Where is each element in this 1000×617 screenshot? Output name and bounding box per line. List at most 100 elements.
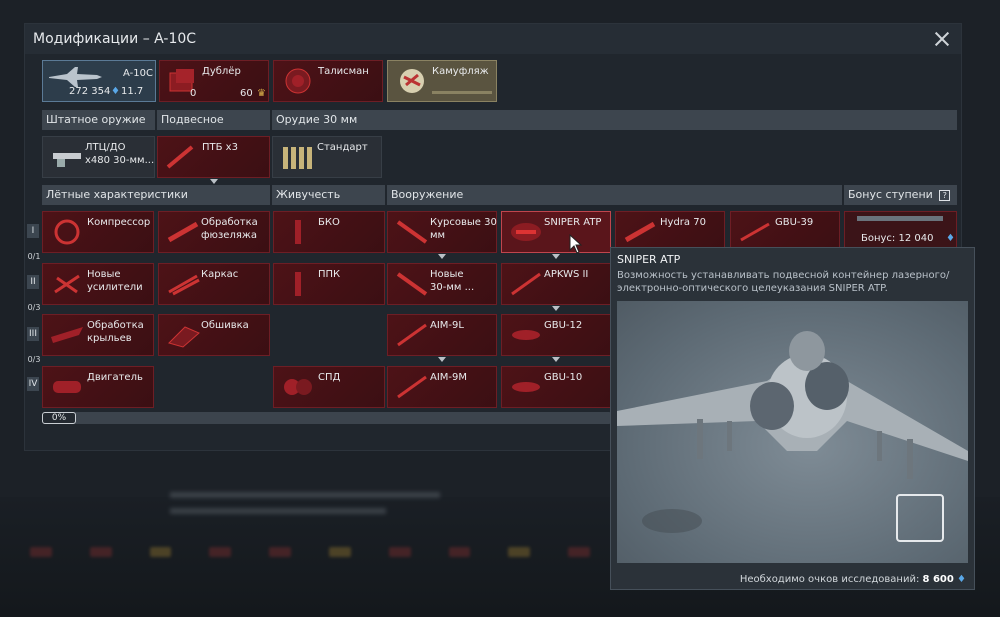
gun-ammo-slot[interactable]: Стандарт [272,136,382,178]
expand-arrow-icon[interactable] [552,357,560,362]
mod-aim9m[interactable]: AIM-9M [387,366,497,408]
expand-arrow-icon[interactable] [438,357,446,362]
mod-compressor-label: Компрессор [87,217,151,228]
mod-course30-label: Курсовые 30 мм [430,217,497,241]
camouflage-label: Камуфляж [432,66,489,77]
mod-spd[interactable]: СПД [273,366,385,408]
camouflage-card[interactable]: Камуфляж [387,60,497,102]
backup-card[interactable]: Дублёр 0 60 ♛ [159,60,269,102]
backup-count: 0 [190,88,197,99]
standard-weapon-slot[interactable]: ЛТЦ/ДО x480 30-мм... [42,136,155,178]
expand-arrow-icon[interactable] [438,254,446,259]
skin-icon [165,321,201,349]
boosters-icon [49,270,85,298]
mod-new-boosters-label: Новые усилители [87,269,143,293]
mod-new30[interactable]: Новые 30-мм ... [387,263,497,305]
compressor-icon [49,218,85,246]
research-cost-value: 8 600 [922,574,954,585]
tier-bonus-label: Бонус ступени [848,188,933,201]
mod-aim9m-label: AIM-9M [430,372,468,383]
tier-bonus-text: Бонус: 12 040 [861,233,934,244]
rank-1: I [27,224,39,238]
cannon-icon [394,218,430,246]
bko-icon [280,218,316,246]
mod-skin-label: Обшивка [201,320,249,331]
mod-aim9l-label: AIM-9L [430,320,464,331]
mod-gbu10[interactable]: GBU-10 [501,366,611,408]
aircraft-name: A-10C [123,68,153,79]
talisman-card[interactable]: Талисман [273,60,383,102]
mod-compressor[interactable]: Компрессор [42,211,154,253]
tier-bonus-bar [857,216,943,221]
standard-weapon-label: ЛТЦ/ДО x480 30-мм... [85,142,155,166]
rank-2: II [27,275,39,289]
mod-bko[interactable]: БКО [273,211,385,253]
mod-apkws-label: APKWS II [544,269,589,280]
rank-3: III [27,327,39,341]
missile-icon [394,321,430,349]
standard-weapons-header: Штатное оружие [42,110,155,130]
close-icon[interactable] [933,30,951,48]
mod-skin[interactable]: Обшивка [158,314,270,356]
fuel-tank-icon [164,143,200,171]
survivability-header: Живучесть [272,185,385,205]
mod-new-boosters[interactable]: Новые усилители [42,263,154,305]
tooltip-description: Возможность устанавливать подвесной конт… [617,270,950,294]
mod-fuselage-label: Обработка фюзеляжа [201,217,258,241]
mod-ppk-label: ППК [318,269,341,280]
aircraft-card[interactable]: A-10C 272 354 ♦ 11.7 [42,60,156,102]
bomb-icon [737,218,773,246]
mod-bko-label: БКО [318,217,340,228]
background-blurred-text [170,492,440,522]
mod-course30[interactable]: Курсовые 30 мм [387,211,497,253]
rocket-pod-icon [622,218,658,246]
research-icon: ♦ [957,574,966,585]
mod-new30-label: Новые 30-мм ... [430,269,475,293]
mod-aim9l[interactable]: AIM-9L [387,314,497,356]
mod-spd-label: СПД [318,372,341,383]
spd-icon [280,373,316,401]
expand-arrow-icon[interactable] [210,179,218,184]
tooltip-footer: Необходимо очков исследований: 8 600 ♦ [740,574,966,585]
help-icon[interactable]: ? [939,190,951,201]
tooltip-title: SNIPER ATP [617,253,681,266]
camouflage-icon [394,67,430,95]
gun-ammo-label: Стандарт [317,142,368,153]
mod-wings[interactable]: Обработка крыльев [42,314,154,356]
fuselage-icon [165,218,201,246]
suspended-weapon-slot[interactable]: ПТБ x3 [157,136,270,178]
ppk-icon [280,270,316,298]
research-icon: ♦ [946,233,955,244]
mod-fuselage[interactable]: Обработка фюзеляжа [158,211,270,253]
targeting-pod-icon [508,218,544,246]
bomb-icon [508,373,544,401]
rank-4: IV [27,377,39,391]
gold-eagle-icon: ♛ [257,88,266,99]
mod-gbu12[interactable]: GBU-12 [501,314,611,356]
gun-icon [49,143,85,171]
expand-arrow-icon[interactable] [552,306,560,311]
mod-apkws[interactable]: APKWS II [501,263,611,305]
camouflage-bar [432,91,492,94]
suspended-weapon-label: ПТБ x3 [202,142,238,153]
mod-engine[interactable]: Двигатель [42,366,154,408]
backup-label: Дублёр [202,66,241,77]
aircraft-value: 272 354 [69,86,111,97]
rank-progress-2: 0/3 [27,303,41,312]
bomb-icon [508,321,544,349]
gun-header: Орудие 30 мм [272,110,957,130]
mouse-cursor-icon [569,234,583,254]
mod-tooltip: SNIPER ATP Возможность устанавливать под… [610,247,975,590]
preview-frame[interactable] [896,494,944,542]
research-icon: ♦ [111,86,120,97]
ammo-icon [279,143,315,171]
tier-bonus-header: Бонус ступени ? [844,185,957,205]
expand-arrow-icon[interactable] [552,254,560,259]
rank-progress-1: 0/1 [27,252,41,261]
research-cost-label: Необходимо очков исследований: [739,574,920,585]
mod-gbu12-label: GBU-12 [544,320,583,331]
mod-frame[interactable]: Каркас [158,263,270,305]
flight-performance-header: Лётные характеристики [42,185,270,205]
mod-ppk[interactable]: ППК [273,263,385,305]
mod-sniper-atp[interactable]: SNIPER ATP [501,211,611,253]
